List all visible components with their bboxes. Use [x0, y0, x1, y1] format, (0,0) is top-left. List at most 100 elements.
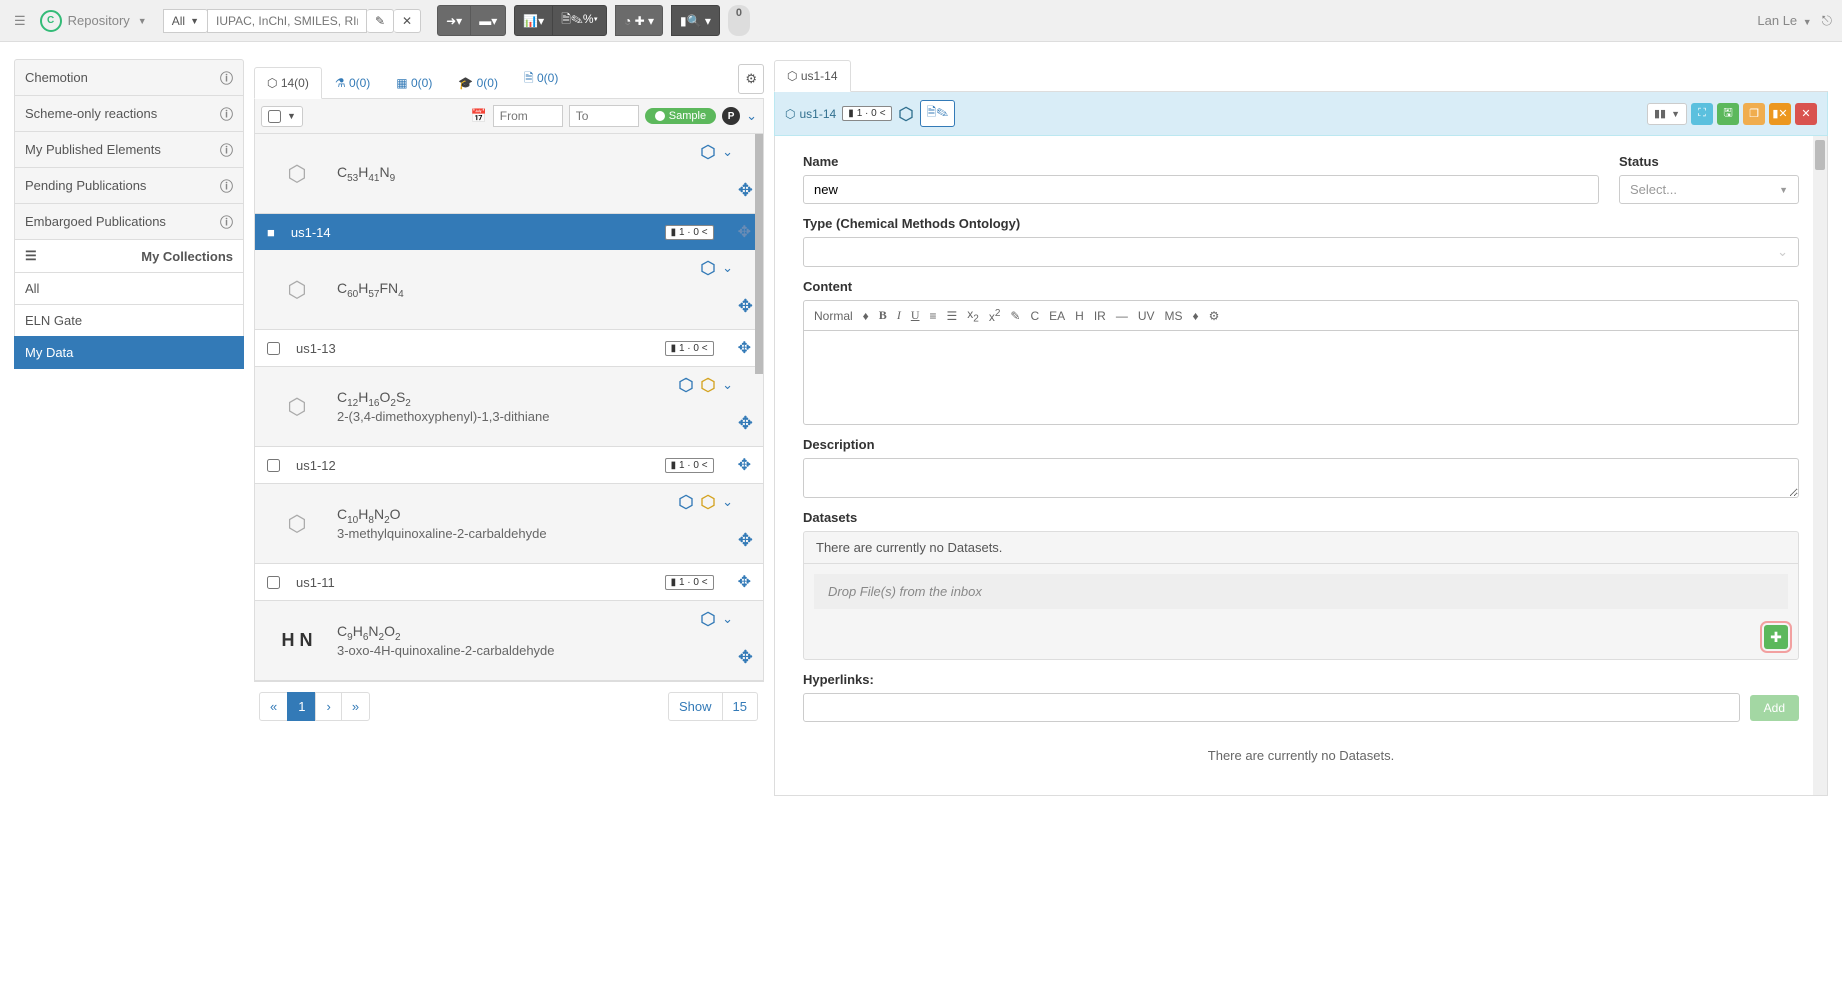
status-select[interactable]: Select...▼ — [1619, 175, 1799, 204]
select-all-dropdown[interactable]: ▼ — [261, 106, 303, 127]
sidebar-item-my-data[interactable]: My Data — [14, 336, 244, 369]
sample-header-row[interactable]: us1-12▮ 1 · 0 <✥ — [255, 447, 763, 484]
show-label[interactable]: Show — [668, 692, 723, 721]
product-filter-icon[interactable]: P — [722, 107, 740, 125]
search-input[interactable] — [207, 9, 367, 33]
superscript-button[interactable]: x2 — [989, 308, 1001, 324]
datasets-dropzone[interactable]: Drop File(s) from the inbox — [814, 574, 1788, 609]
close-button[interactable]: ✕ — [1795, 103, 1817, 125]
tab-samples[interactable]: ⬡ 14(0) — [254, 67, 322, 99]
per-page-value[interactable]: 15 — [722, 692, 758, 721]
move-icon[interactable]: ✥ — [738, 572, 751, 592]
move-icon[interactable]: ✥ — [738, 455, 751, 475]
sample-checkbox[interactable] — [267, 342, 280, 355]
detail-tab[interactable]: ⬡ us1-14 — [774, 60, 851, 92]
chevron-down-icon[interactable]: ⌄ — [722, 611, 733, 627]
tool-a-button[interactable]: ◔ ✚ ▾ — [615, 5, 663, 36]
underline-button[interactable]: U — [911, 308, 920, 323]
template-ir-button[interactable]: IR — [1094, 309, 1106, 323]
template-h-button[interactable]: H — [1075, 309, 1084, 323]
sidebar-item-pending[interactable]: Pending Publicationsⓘ — [14, 167, 244, 204]
share-chip[interactable]: ▮ 1 · 0 < — [665, 341, 714, 356]
add-hyperlink-button[interactable]: Add — [1750, 695, 1799, 721]
template-c-button[interactable]: C — [1030, 309, 1039, 323]
bold-button[interactable]: B — [879, 308, 887, 323]
italic-button[interactable]: I — [897, 308, 901, 323]
sidebar-item-eln-gate[interactable]: ELN Gate — [14, 304, 244, 337]
sample-card[interactable]: ⬡C10H8N2O3-methylquinoxaline-2-carbaldeh… — [255, 484, 763, 564]
move-icon[interactable]: ✥ — [738, 338, 751, 358]
sidebar-item-all[interactable]: All — [14, 272, 244, 305]
select-all-checkbox[interactable] — [268, 110, 281, 123]
detail-share-chip[interactable]: ▮ 1 · 0 < — [842, 106, 891, 121]
strike-button[interactable]: — — [1116, 309, 1128, 323]
page-first[interactable]: « — [259, 692, 288, 721]
export-button[interactable]: ▮✕ — [1769, 103, 1791, 125]
chevron-down-icon[interactable]: ⌄ — [722, 494, 733, 510]
editor-settings-button[interactable]: ⚙ — [1209, 309, 1220, 323]
add-dataset-button[interactable]: ✚ — [1764, 625, 1788, 649]
tab-screens[interactable]: 🎓 0(0) — [445, 67, 511, 98]
logout-icon[interactable]: ⎋ — [1822, 13, 1832, 29]
tab-reactions[interactable]: ⚗ 0(0) — [322, 67, 383, 98]
sample-card[interactable]: H NC9H6N2O23-oxo-4H-quinoxaline-2-carbal… — [255, 601, 763, 681]
sidebar-item-embargoed[interactable]: Embargoed Publicationsⓘ — [14, 203, 244, 240]
unordered-list-button[interactable]: ☰ — [947, 309, 958, 323]
sample-header-row[interactable]: us1-11▮ 1 · 0 <✥ — [255, 564, 763, 601]
move-icon[interactable]: ✥ — [738, 222, 751, 242]
share-chip[interactable]: ▮ 1 · 0 < — [665, 458, 714, 473]
date-to-input[interactable] — [569, 105, 639, 127]
search-scope-dropdown[interactable]: All ▼ — [163, 9, 208, 33]
chevron-down-icon[interactable]: ⌄ — [722, 260, 733, 276]
move-icon[interactable]: ✥ — [738, 180, 753, 201]
subscript-button[interactable]: x2 — [967, 307, 979, 324]
save-button[interactable]: 🖫 — [1717, 103, 1739, 125]
clear-search-button[interactable]: ✕ — [394, 9, 421, 33]
share-chip[interactable]: ▮ 1 · 0 < — [665, 225, 714, 240]
user-menu[interactable]: Lan Le ▼ — [1757, 13, 1811, 28]
export-button[interactable]: ➜▾ — [437, 5, 471, 36]
move-icon[interactable]: ✥ — [738, 413, 753, 434]
description-textarea[interactable] — [803, 458, 1799, 498]
page-last[interactable]: » — [341, 692, 370, 721]
repository-dropdown[interactable]: C Repository ▼ — [40, 10, 147, 32]
sidebar-item-chemotion[interactable]: Chemotionⓘ — [14, 59, 244, 96]
sidebar-item-scheme-only[interactable]: Scheme-only reactionsⓘ — [14, 95, 244, 132]
chevron-down-icon[interactable]: ⌄ — [746, 108, 757, 124]
hyperlink-input[interactable] — [803, 693, 1740, 722]
report-button[interactable]: 📊▾ — [514, 5, 553, 36]
scrollbar[interactable] — [1813, 136, 1827, 795]
menu-icon[interactable]: ☰ — [10, 9, 30, 33]
sample-card[interactable]: ⬡C53H41N9 ⌄✥ — [255, 134, 763, 214]
script-button[interactable]: ✎ — [1010, 309, 1020, 323]
type-select[interactable]: ⌄ — [803, 237, 1799, 267]
import-button[interactable]: ▬▾ — [470, 5, 506, 36]
page-next[interactable]: › — [315, 692, 341, 721]
sample-checkbox[interactable] — [267, 576, 280, 589]
edit-search-button[interactable]: ✎ — [367, 9, 394, 33]
copy-button[interactable]: ❐ — [1743, 103, 1765, 125]
date-from-input[interactable] — [493, 105, 563, 127]
template-uv-button[interactable]: UV — [1138, 309, 1155, 323]
ordered-list-button[interactable]: ≡ — [929, 309, 936, 323]
sample-card[interactable]: ⬡C60H57FN4 ⌄✥ — [255, 250, 763, 330]
move-icon[interactable]: ✥ — [738, 647, 753, 668]
template-ea-button[interactable]: EA — [1049, 309, 1065, 323]
tool-b-button[interactable]: ▮🔍 ▾ — [671, 5, 720, 36]
move-icon[interactable]: ✥ — [738, 296, 753, 317]
sample-card[interactable]: ⬡C12H16O2S22-(3,4-dimethoxyphenyl)-1,3-d… — [255, 367, 763, 447]
tab-research-plans[interactable]: 🗎 0(0) — [511, 60, 571, 98]
sample-checkbox[interactable] — [267, 459, 280, 472]
chevron-down-icon[interactable]: ⌄ — [722, 377, 733, 393]
share-chip[interactable]: ▮ 1 · 0 < — [665, 575, 714, 590]
editor-format-dropdown[interactable]: Normal — [814, 309, 853, 323]
sidebar-item-published[interactable]: My Published Elementsⓘ — [14, 131, 244, 168]
sample-header-row[interactable]: us1-13▮ 1 · 0 <✥ — [255, 330, 763, 367]
scan-dropdown[interactable]: ▮▮ ▼ — [1647, 103, 1687, 125]
page-current[interactable]: 1 — [287, 692, 316, 721]
sample-filter-toggle[interactable]: Sample — [645, 108, 716, 124]
fullscreen-button[interactable]: ⛶ — [1691, 103, 1713, 125]
sample-header-row[interactable]: ■us1-14▮ 1 · 0 <✥ — [255, 214, 763, 250]
move-icon[interactable]: ✥ — [738, 530, 753, 551]
content-editor[interactable] — [803, 330, 1799, 425]
